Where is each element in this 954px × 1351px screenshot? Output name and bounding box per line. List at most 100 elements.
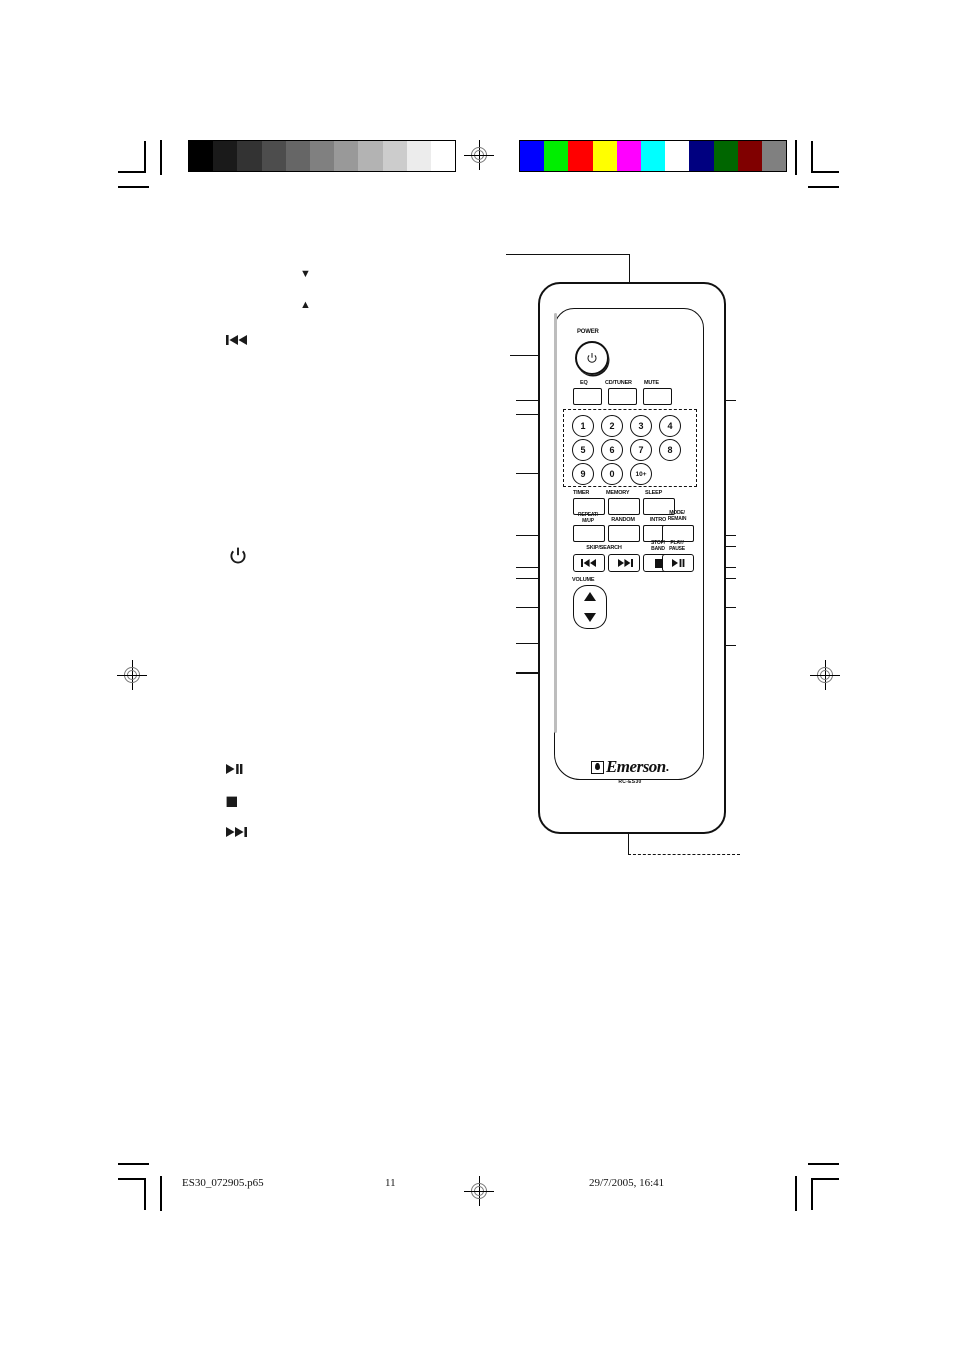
leader-line-bottom-dashed	[628, 854, 740, 855]
grayscale-swatch-9	[406, 141, 431, 171]
number-button-5[interactable]: 5	[572, 439, 594, 461]
number-button-9[interactable]: 9	[572, 463, 594, 485]
number-button-0[interactable]: 0	[601, 463, 623, 485]
color-swatch-2	[568, 141, 593, 171]
skip-forward-icon	[617, 559, 633, 567]
power-symbol	[228, 546, 248, 566]
color-swatch-6	[665, 141, 690, 171]
crop-mark-bl-horz-inner	[118, 1178, 146, 1180]
color-swatch-10	[761, 141, 787, 171]
mute-label: MUTE	[644, 380, 659, 386]
up-triangle-symbol: ▲	[300, 299, 311, 311]
registration-mark-left	[117, 660, 147, 690]
mute-button[interactable]	[643, 388, 672, 405]
grayscale-swatch-1	[213, 141, 238, 171]
volume-down-button[interactable]	[573, 606, 607, 629]
skip-forward-icon	[226, 827, 247, 837]
number-button-6[interactable]: 6	[601, 439, 623, 461]
brand-name: Emerson	[605, 757, 666, 776]
skip-forward-button[interactable]	[608, 554, 640, 572]
crop-mark-tl-vert-outer	[144, 141, 146, 173]
volume-up-icon	[584, 591, 596, 601]
brand-logo: Emerson. RC-ES30	[587, 757, 673, 785]
crop-mark-tl-vert-inner	[160, 140, 162, 175]
registration-mark-top	[464, 140, 494, 170]
repeat-mup-label-line2: M/UP	[582, 518, 594, 524]
color-swatch-0	[520, 141, 545, 171]
skip-search-label: SKIP/SEARCH	[586, 545, 622, 551]
repeat-mup-button[interactable]	[573, 525, 605, 542]
power-button[interactable]	[575, 341, 609, 375]
color-swatch-8	[713, 141, 738, 171]
volume-down-icon	[584, 612, 596, 622]
emerson-mark-icon	[590, 760, 604, 774]
leader-line-top-drop	[629, 254, 631, 283]
play-pause-symbol	[226, 762, 250, 774]
number-button-2[interactable]: 2	[601, 415, 623, 437]
grayscale-swatch-5	[309, 141, 335, 171]
play-pause-icon	[226, 764, 243, 774]
remote-faceplate: POWER EQ CD/TUNER MUTE 1 2 3 4 5 6 7 8 9…	[554, 308, 704, 785]
volume-up-button[interactable]	[573, 585, 607, 606]
crop-mark-bl-vert-outer	[144, 1178, 146, 1210]
skip-back-icon	[580, 559, 596, 567]
cd-tuner-label: CD/TUNER	[605, 380, 632, 386]
skip-back-icon	[226, 335, 247, 345]
skip-back-symbol	[226, 333, 250, 345]
volume-label: VOLUME	[572, 577, 595, 583]
color-swatch-3	[592, 141, 617, 171]
registration-mark-right	[810, 660, 840, 690]
stop-symbol	[226, 795, 238, 807]
number-button-3[interactable]: 3	[630, 415, 652, 437]
random-button[interactable]	[608, 525, 640, 542]
play-pause-label-line2: PAUSE	[669, 546, 685, 552]
footer-page-number: 11	[385, 1177, 396, 1189]
crop-mark-tr-vert-outer	[811, 141, 813, 173]
crop-mark-bl-horz-outer	[118, 1163, 149, 1165]
crop-mark-tr-horz-outer	[811, 171, 839, 173]
color-swatch-5	[640, 141, 666, 171]
eq-label: EQ	[580, 380, 588, 386]
grayscale-swatch-4	[285, 141, 310, 171]
number-button-4[interactable]: 4	[659, 415, 681, 437]
grayscale-swatch-2	[237, 141, 262, 171]
power-label: POWER	[577, 329, 599, 335]
crop-mark-br-horz-outer	[808, 1163, 839, 1165]
number-button-10plus[interactable]: 10+	[630, 463, 652, 485]
power-icon	[230, 547, 246, 564]
footer-timestamp: 29/7/2005, 16:41	[589, 1177, 665, 1189]
power-icon	[587, 353, 597, 363]
sleep-label: SLEEP	[645, 490, 663, 496]
skip-forward-symbol	[226, 825, 250, 837]
play-pause-button[interactable]	[662, 554, 694, 572]
grayscale-swatch-6	[334, 141, 359, 171]
eq-button[interactable]	[573, 388, 602, 405]
grayscale-swatch-8	[382, 141, 407, 171]
grayscale-swatch-10	[430, 141, 456, 171]
number-button-1[interactable]: 1	[572, 415, 594, 437]
stop-icon	[226, 796, 237, 807]
skip-back-button[interactable]	[573, 554, 605, 572]
number-button-8[interactable]: 8	[659, 439, 681, 461]
crop-mark-br-vert-outer	[811, 1178, 813, 1210]
remote-control-illustration: POWER EQ CD/TUNER MUTE 1 2 3 4 5 6 7 8 9…	[538, 282, 726, 834]
color-calibration-bar	[519, 140, 788, 172]
color-swatch-7	[689, 141, 714, 171]
model-number: RC-ES30	[618, 779, 642, 785]
grayscale-calibration-bar	[188, 140, 457, 172]
play-pause-icon	[671, 559, 684, 567]
footer-filename: ES30_072905.p65	[182, 1177, 264, 1189]
down-triangle-symbol: ▼	[300, 268, 311, 280]
crop-mark-br-horz-inner	[811, 1178, 839, 1180]
color-swatch-1	[544, 141, 569, 171]
color-swatch-4	[616, 141, 641, 171]
crop-mark-tr-vert-inner	[795, 140, 797, 175]
cd-tuner-button[interactable]	[608, 388, 637, 405]
memory-button[interactable]	[608, 498, 640, 515]
number-button-7[interactable]: 7	[630, 439, 652, 461]
random-label: RANDOM	[611, 517, 635, 523]
grayscale-swatch-3	[261, 141, 286, 171]
timer-label: TIMER	[573, 490, 590, 496]
grayscale-swatch-0	[189, 141, 214, 171]
crop-mark-tr-horz-inner	[808, 186, 839, 188]
